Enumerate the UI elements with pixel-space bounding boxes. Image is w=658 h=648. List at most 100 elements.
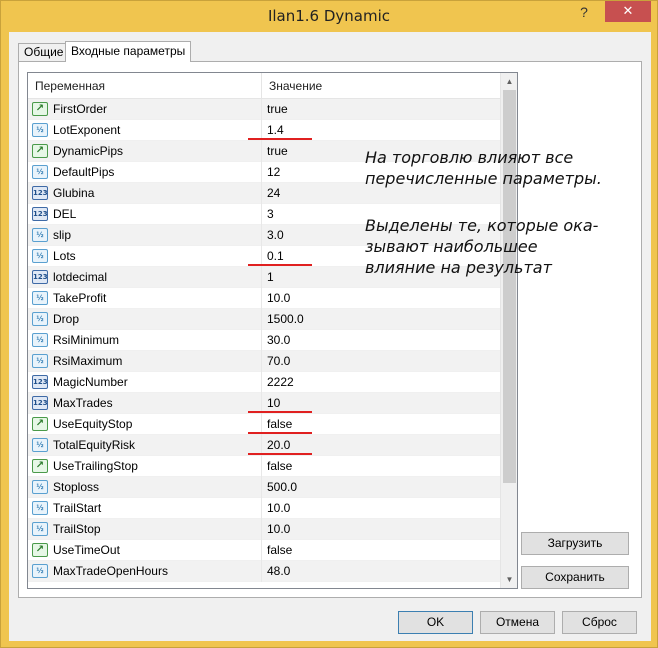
param-name: Glubina <box>53 186 95 200</box>
param-name-cell[interactable]: ½ Lots <box>28 246 262 267</box>
param-name: slip <box>53 228 72 242</box>
column-header-variable[interactable]: Переменная <box>28 73 262 99</box>
double-type-icon: ½ <box>32 333 48 347</box>
param-name-cell[interactable]: ↗ UseTimeOut <box>28 540 262 561</box>
double-type-icon: ½ <box>32 291 48 305</box>
param-name-cell[interactable]: ↗ UseTrailingStop <box>28 456 262 477</box>
param-row-usetrailingstop[interactable]: ↗ UseTrailingStop false <box>28 456 500 477</box>
param-name: DEL <box>53 207 77 221</box>
title-bar[interactable]: Ilan1.6 Dynamic ? ✕ <box>1 1 657 31</box>
param-row-drop[interactable]: ½ Drop 1500.0 <box>28 309 500 330</box>
double-type-icon: ½ <box>32 501 48 515</box>
param-name-cell[interactable]: 123 DEL <box>28 204 262 225</box>
param-name-cell[interactable]: 123 MaxTrades <box>28 393 262 414</box>
double-type-icon: ½ <box>32 312 48 326</box>
integer-type-icon: 123 <box>32 396 48 410</box>
close-button[interactable]: ✕ <box>605 1 651 22</box>
column-header-value[interactable]: Значение <box>262 73 500 99</box>
param-name: DefaultPips <box>53 165 115 179</box>
param-name-cell[interactable]: ½ TakeProfit <box>28 288 262 309</box>
param-value-cell[interactable]: 10.0 <box>262 498 500 519</box>
dialog-window: Ilan1.6 Dynamic ? ✕ Общие Входные параме… <box>0 0 658 648</box>
integer-type-icon: 123 <box>32 186 48 200</box>
param-name-cell[interactable]: ½ DefaultPips <box>28 162 262 183</box>
param-name: TakeProfit <box>53 291 107 305</box>
param-value-cell[interactable]: 10.0 <box>262 288 500 309</box>
annotation-text-1: На торговлю влияют все перечисленные пар… <box>365 148 602 188</box>
param-name-cell[interactable]: 123 lotdecimal <box>28 267 262 288</box>
double-type-icon: ½ <box>32 480 48 494</box>
double-type-icon: ½ <box>32 165 48 179</box>
reset-button[interactable]: Сброс <box>562 611 637 634</box>
param-name-cell[interactable]: ↗ UseEquityStop <box>28 414 262 435</box>
param-name: TrailStart <box>53 501 102 515</box>
param-name: FirstOrder <box>53 102 107 116</box>
param-name-cell[interactable]: ½ RsiMinimum <box>28 330 262 351</box>
param-value-cell[interactable]: 500.0 <box>262 477 500 498</box>
ok-button[interactable]: OK <box>398 611 473 634</box>
param-row-trailstop[interactable]: ½ TrailStop 10.0 <box>28 519 500 540</box>
tab-general[interactable]: Общие <box>18 43 70 61</box>
param-name-cell[interactable]: ½ TrailStart <box>28 498 262 519</box>
param-name-cell[interactable]: ½ Drop <box>28 309 262 330</box>
param-name-cell[interactable]: ½ slip <box>28 225 262 246</box>
save-button[interactable]: Сохранить <box>521 566 629 589</box>
param-name: UseTimeOut <box>53 543 120 557</box>
param-name-cell[interactable]: ½ TrailStop <box>28 519 262 540</box>
integer-type-icon: 123 <box>32 207 48 221</box>
cancel-button[interactable]: Отмена <box>480 611 555 634</box>
param-value-cell[interactable]: 10.0 <box>262 519 500 540</box>
param-name-cell[interactable]: ½ TotalEquityRisk <box>28 435 262 456</box>
param-row-rsiminimum[interactable]: ½ RsiMinimum 30.0 <box>28 330 500 351</box>
double-type-icon: ½ <box>32 249 48 263</box>
param-name-cell[interactable]: ½ MaxTradeOpenHours <box>28 561 262 582</box>
param-row-maxtradeopenhours[interactable]: ½ MaxTradeOpenHours 48.0 <box>28 561 500 582</box>
param-value-cell[interactable]: false <box>262 456 500 477</box>
param-value-cell[interactable]: 70.0 <box>262 351 500 372</box>
param-row-usetimeout[interactable]: ↗ UseTimeOut false <box>28 540 500 561</box>
param-name: Drop <box>53 312 80 326</box>
tab-input-parameters[interactable]: Входные параметры <box>65 41 192 62</box>
load-button[interactable]: Загрузить <box>521 532 629 555</box>
help-button[interactable]: ? <box>572 2 596 22</box>
param-value-cell[interactable]: 1500.0 <box>262 309 500 330</box>
param-name-cell[interactable]: ↗ FirstOrder <box>28 99 262 120</box>
param-name-cell[interactable]: ½ Stoploss <box>28 477 262 498</box>
boolean-type-icon: ↗ <box>32 102 48 116</box>
highlight-underline <box>248 411 312 413</box>
integer-type-icon: 123 <box>32 270 48 284</box>
double-type-icon: ½ <box>32 522 48 536</box>
boolean-type-icon: ↗ <box>32 543 48 557</box>
param-name-cell[interactable]: 123 MagicNumber <box>28 372 262 393</box>
param-name: Lots <box>53 249 76 263</box>
param-name-cell[interactable]: ½ RsiMaximum <box>28 351 262 372</box>
param-name: TotalEquityRisk <box>53 438 136 452</box>
param-name: LotExponent <box>53 123 121 137</box>
param-name: RsiMinimum <box>53 333 119 347</box>
scroll-down-icon[interactable]: ▼ <box>501 571 517 588</box>
param-row-firstorder[interactable]: ↗ FirstOrder true <box>28 99 500 120</box>
param-name: DynamicPips <box>53 144 124 158</box>
scroll-up-icon[interactable]: ▲ <box>501 73 517 90</box>
param-name: TrailStop <box>53 522 101 536</box>
double-type-icon: ½ <box>32 354 48 368</box>
param-value-cell[interactable]: 48.0 <box>262 561 500 582</box>
param-row-stoploss[interactable]: ½ Stoploss 500.0 <box>28 477 500 498</box>
param-name-cell[interactable]: ½ LotExponent <box>28 120 262 141</box>
param-row-takeprofit[interactable]: ½ TakeProfit 10.0 <box>28 288 500 309</box>
param-row-magicnumber[interactable]: 123 MagicNumber 2222 <box>28 372 500 393</box>
param-value-cell[interactable]: true <box>262 99 500 120</box>
param-name-cell[interactable]: ↗ DynamicPips <box>28 141 262 162</box>
param-name: Stoploss <box>53 480 100 494</box>
highlight-underline <box>248 138 312 140</box>
highlight-underline <box>248 264 312 266</box>
highlight-underline <box>248 432 312 434</box>
param-name-cell[interactable]: 123 Glubina <box>28 183 262 204</box>
param-value-cell[interactable]: 2222 <box>262 372 500 393</box>
param-row-trailstart[interactable]: ½ TrailStart 10.0 <box>28 498 500 519</box>
dialog-client-area: Общие Входные параметры Переменная Значе… <box>9 32 651 641</box>
param-value-cell[interactable]: 30.0 <box>262 330 500 351</box>
param-name: RsiMaximum <box>53 354 123 368</box>
param-row-rsimaximum[interactable]: ½ RsiMaximum 70.0 <box>28 351 500 372</box>
param-value-cell[interactable]: false <box>262 540 500 561</box>
